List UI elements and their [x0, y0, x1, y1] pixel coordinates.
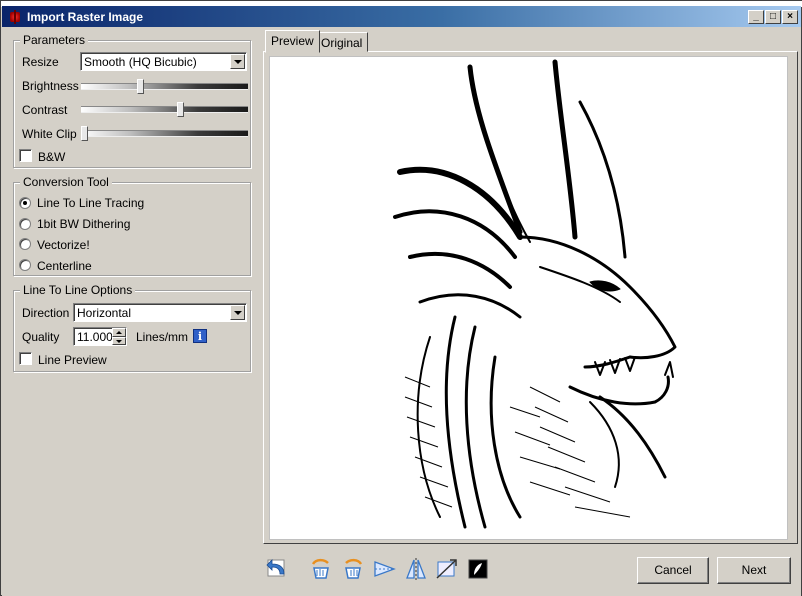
option-vectorize-label: Vectorize!	[37, 238, 90, 252]
quality-label: Quality	[22, 330, 60, 344]
quality-unit: Lines/mm	[136, 330, 189, 344]
app-icon	[8, 9, 22, 24]
contrast-label: Contrast	[22, 103, 68, 117]
radio-bw-dithering[interactable]	[19, 218, 31, 230]
brightness-track	[81, 83, 248, 90]
whiteclip-label: White Clip	[22, 127, 77, 141]
line-preview-checkbox[interactable]	[19, 352, 32, 365]
tab-preview[interactable]: Preview	[265, 30, 320, 53]
parameters-legend: Parameters	[20, 33, 89, 47]
chevron-down-icon[interactable]	[230, 54, 245, 69]
close-button[interactable]: ×	[782, 9, 798, 24]
next-button[interactable]: Next	[717, 557, 791, 584]
brightness-slider[interactable]	[81, 79, 248, 94]
preview-canvas[interactable]	[269, 56, 788, 540]
line-preview-label: Line Preview	[38, 353, 107, 367]
whiteclip-slider[interactable]	[81, 126, 248, 141]
quality-value[interactable]: 11.000	[77, 330, 113, 344]
dragon-drawing	[393, 59, 677, 529]
contrast-track	[81, 106, 248, 113]
direction-label: Direction	[22, 306, 70, 320]
rotate-right-hand-icon[interactable]	[340, 556, 366, 582]
brightness-label: Brightness	[22, 79, 79, 93]
rotate-left-hand-icon[interactable]	[308, 556, 334, 582]
option-bw-dithering-label: 1bit BW Dithering	[37, 217, 131, 231]
option-line-to-line-label: Line To Line Tracing	[37, 196, 145, 210]
minimize-button[interactable]: _	[748, 9, 764, 24]
tab-original[interactable]: Original	[315, 32, 369, 52]
radio-line-to-line[interactable]	[19, 197, 31, 209]
direction-combo[interactable]: Horizontal	[73, 303, 247, 322]
contrast-thumb[interactable]	[177, 102, 184, 117]
bw-label: B&W	[38, 150, 66, 164]
chevron-down-icon[interactable]	[230, 305, 245, 320]
status-bar	[2, 589, 801, 596]
bw-checkbox[interactable]	[19, 149, 32, 162]
invert-icon[interactable]	[465, 556, 491, 582]
flip-horizontal-icon[interactable]	[372, 556, 398, 582]
contrast-slider[interactable]	[81, 102, 248, 117]
undo-arrow-icon[interactable]	[264, 556, 290, 582]
resize-combo[interactable]: Smooth (HQ Bicubic)	[80, 52, 247, 71]
spin-down-icon[interactable]	[112, 336, 126, 345]
option-centerline-label: Centerline	[37, 259, 92, 273]
cancel-button[interactable]: Cancel	[637, 557, 709, 584]
radio-vectorize[interactable]	[19, 238, 31, 250]
flip-vertical-icon[interactable]	[403, 556, 429, 582]
maximize-button[interactable]: □	[765, 9, 781, 24]
window-title: Import Raster Image	[27, 9, 144, 24]
direction-value: Horizontal	[77, 306, 132, 320]
brightness-thumb[interactable]	[137, 79, 144, 94]
spin-up-icon[interactable]	[112, 328, 126, 337]
title-bar[interactable]: Import Raster Image _ □ ×	[2, 6, 801, 27]
resize-label: Resize	[22, 55, 59, 69]
resize-value: Smooth (HQ Bicubic)	[84, 55, 197, 69]
line-options-legend: Line To Line Options	[20, 283, 136, 297]
conversion-legend: Conversion Tool	[20, 175, 112, 189]
whiteclip-thumb[interactable]	[81, 126, 88, 141]
radio-centerline[interactable]	[19, 259, 31, 271]
whiteclip-track	[81, 130, 248, 137]
quality-spinbox[interactable]: 11.000	[73, 327, 127, 346]
crop-icon[interactable]	[434, 556, 460, 582]
info-icon[interactable]: i	[193, 329, 207, 343]
import-raster-dialog: Import Raster Image _ □ × Parameters Res…	[0, 0, 802, 596]
